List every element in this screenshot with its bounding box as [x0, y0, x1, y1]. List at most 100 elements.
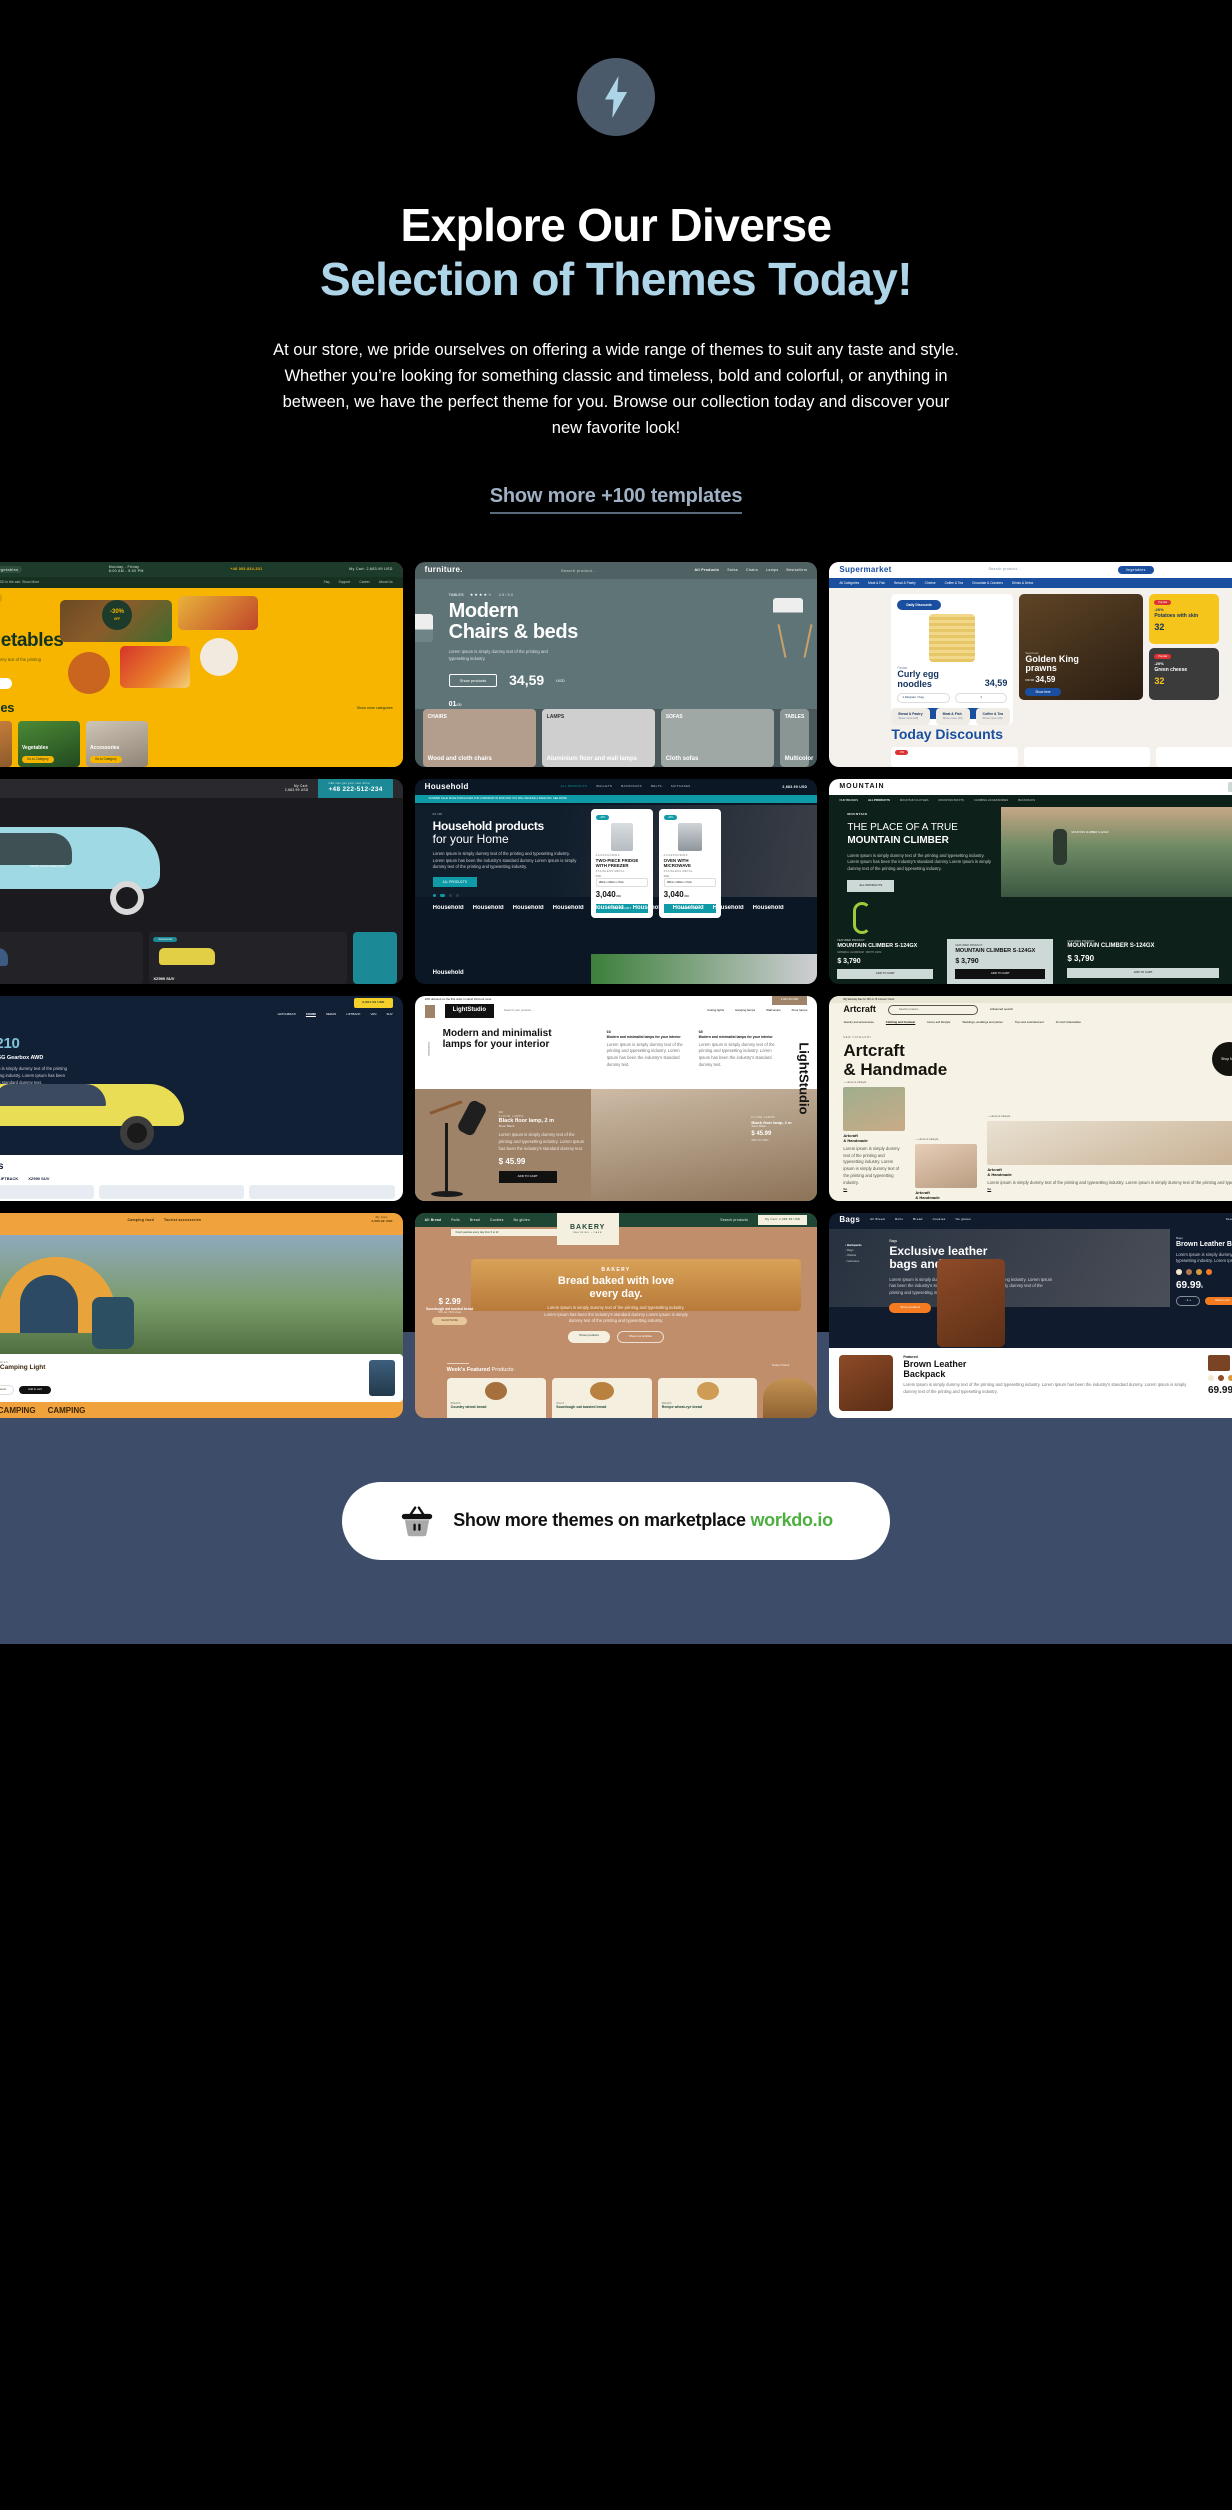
lightstudio-add-to-cart-button[interactable]: ADD TO CART [498, 1170, 557, 1183]
gallery-cell[interactable]: My Cart: 2,683.99 USD Call can get your t… [0, 778, 403, 984]
bags-search[interactable]: Search products [1226, 1217, 1232, 1222]
gallery-cell[interactable]: Vegetables Monday - Friday8:00 AM - 9:00… [0, 561, 403, 767]
bags-show-products-button[interactable]: Show products [889, 1302, 932, 1313]
artcraft-go-link[interactable]: Go [843, 1187, 847, 1191]
camping-nav-item[interactable]: Camping food [128, 1218, 154, 1222]
supermarket-category[interactable]: Meat & Fish Show more (20) [935, 707, 970, 725]
theme-thumbnail-mountain[interactable]: MOUNTAIN MY CART: 2,681.59 USD OUR BRAND… [829, 778, 1232, 984]
cardealer-cart[interactable]: My Cart: 2,683.99 USD [285, 784, 309, 792]
supermarket-select[interactable]: Vegetables [1117, 565, 1154, 574]
lightstudio-nav-item[interactable]: Floor lamps [792, 1008, 808, 1013]
gallery-cell[interactable]: MOUNTAIN MY CART: 2,681.59 USD OUR BRAND… [829, 778, 1232, 984]
household-p-size-select[interactable]: 180cm x 290cm x 70cm [663, 878, 716, 888]
mountain-add-to-cart-button[interactable]: ADD TO CART [1067, 968, 1219, 978]
carmodel-model-link[interactable]: XZ990 SUV [28, 1176, 49, 1181]
mountain-nav-item[interactable]: MOUNTAIN CLOTHES [900, 798, 929, 803]
household-nav-item[interactable]: BACKPACKS [621, 784, 642, 789]
mountain-nav-item[interactable]: BACKPACKS [1018, 798, 1035, 803]
artcraft-nav-item[interactable]: Art and Collectables [1056, 1020, 1081, 1025]
lightstudio-nav-item[interactable]: Hanging lamps [735, 1008, 755, 1013]
lightstudio-add-to-cart-link[interactable]: ADD TO CART [751, 1139, 811, 1142]
carmodel-nav-item[interactable]: SEDAN [326, 1012, 336, 1017]
household-cart[interactable]: 2,683.99 USD [782, 785, 807, 789]
bakery-nav-item[interactable]: Cookies [490, 1218, 504, 1222]
bakery-show-articles-button[interactable]: Show our articles [616, 1331, 664, 1343]
mountain-nav-item[interactable]: OUR BRANDS [839, 798, 858, 803]
theme-thumbnail-lightstudio[interactable]: 10% discount on the first order in store… [414, 995, 818, 1201]
furniture-nav[interactable]: All Products Sofas Chairs Lamps Bestsell… [694, 568, 807, 573]
supermarket-nav-item[interactable]: Bread & Pastry [894, 581, 915, 585]
fv-section-link[interactable]: Show more categories [357, 706, 393, 711]
bakery-nav-item[interactable]: Rolls [451, 1218, 460, 1222]
bags-nav-item[interactable]: No gluten [956, 1217, 972, 1222]
theme-thumbnail-fruits-vegetables[interactable]: Vegetables Monday - Friday8:00 AM - 9:00… [0, 561, 403, 767]
household-p-size-select[interactable]: 180cm x 290cm x 70cm [595, 878, 648, 888]
bakery-cart[interactable]: My Cart: 2,683.99 USD [758, 1214, 808, 1225]
fv-nav-select[interactable]: Vegetables [0, 565, 22, 573]
camping-nav-item[interactable]: Tourist accessories [164, 1218, 201, 1222]
supermarket-nav-item[interactable]: Coffee & Tea [945, 581, 963, 585]
bags-add-to-cart-button[interactable]: Add to cart [1205, 1296, 1232, 1305]
supermarket-category[interactable]: Coffee & Tea Show more (20) [975, 707, 1011, 725]
fv-nav[interactable]: Faq Support Career About Us [324, 580, 393, 584]
theme-thumbnail-car-model[interactable]: 2,661.59 USD SEARCH YOUR MODEL... HATCHB… [0, 995, 403, 1201]
supermarket-search[interactable]: Search product... [988, 567, 1020, 572]
mountain-add-to-cart-button[interactable]: ADD TO CART [955, 969, 1046, 979]
camping-size-select[interactable]: 500+ hours [0, 1385, 15, 1395]
household-all-products-button[interactable]: ALL PRODUCTS [432, 877, 477, 888]
supermarket-nav-item[interactable]: Drinks & Detox [1012, 581, 1033, 585]
gallery-cell[interactable]: Household ALL PRODUCTS WALLETS BACKPACKS… [414, 778, 818, 984]
carmodel-nav-item[interactable]: SUV [386, 1012, 392, 1017]
artcraft-nav-item[interactable]: Toys and entertainment [1015, 1020, 1044, 1025]
bags-nav-item[interactable]: Rolls [895, 1217, 903, 1222]
theme-thumbnail-supermarket[interactable]: Supermarket Search product... Vegetables… [829, 561, 1232, 767]
supermarket-nav-item[interactable]: Meat & Fish [868, 581, 885, 585]
bakery-nav-item[interactable]: No gluten [514, 1218, 530, 1222]
bags-nav-item[interactable]: All Bread [870, 1217, 885, 1222]
hamburger-menu-icon[interactable] [424, 1004, 435, 1018]
mountain-nav-item[interactable]: CLIMBING ACCESSORIES [974, 798, 1008, 803]
gallery-cell[interactable]: All Bread Rolls Bread Cookies No gluten … [414, 1212, 818, 1418]
artcraft-nav-item[interactable]: Weddings, weddings and parties [962, 1020, 1002, 1025]
fv-card-button[interactable]: Go to Category [22, 755, 54, 764]
artcraft-nav-item[interactable]: Clothing and footwear [886, 1020, 916, 1025]
gallery-cell[interactable]: G Camping food Tourist accessories My Ca… [0, 1212, 403, 1418]
theme-thumbnail-camping[interactable]: G Camping food Tourist accessories My Ca… [0, 1212, 403, 1418]
bags-qty-stepper[interactable]: - 1 + [1175, 1295, 1201, 1306]
supermarket-nav-item[interactable]: Chocolate & Crackers [972, 581, 1003, 585]
carmodel-cart[interactable]: 2,661.59 USD [354, 997, 393, 1008]
theme-thumbnail-artcraft[interactable]: Big Saturday Sale for 30% in 15 minutes!… [829, 995, 1232, 1201]
carmodel-model-link[interactable]: XS790 LIFTBACK [0, 1176, 18, 1181]
bakery-nav-item[interactable]: All Bread [425, 1218, 442, 1222]
artcraft-shop-now-button[interactable]: Shop Now [1211, 1041, 1232, 1076]
fv-card-button[interactable]: Go to Category [90, 755, 122, 764]
fv-cart[interactable]: My Cart: 2,683.99 USD [349, 567, 392, 572]
supermarket-category[interactable]: Bread & Pastry Show more (20) [891, 707, 930, 725]
bags-nav-item[interactable]: Bread [913, 1217, 923, 1222]
bakery-show-products-button[interactable]: Show products [568, 1331, 610, 1343]
lightstudio-nav-item[interactable]: Ceiling lights [707, 1008, 724, 1013]
bags-nav-item[interactable]: Cookies [933, 1217, 946, 1222]
household-nav-item[interactable]: WALLETS [596, 784, 612, 789]
theme-thumbnail-bakery[interactable]: All Bread Rolls Bread Cookies No gluten … [414, 1212, 818, 1418]
household-nav-item[interactable]: SUITCASES [671, 784, 691, 789]
furniture-search[interactable]: Search product... [561, 568, 597, 573]
mountain-nav-item[interactable]: ALL PRODUCTS [868, 798, 890, 803]
theme-thumbnail-furniture[interactable]: furniture. Search product... All Product… [414, 561, 818, 767]
artcraft-go-link[interactable]: Go [987, 1187, 991, 1191]
fv-show-products-button[interactable]: Show products [0, 678, 12, 690]
artcraft-nav-item[interactable]: Jewelry and accessories [843, 1020, 873, 1025]
gallery-cell[interactable]: Bags All Bread Rolls Bread Cookies No gl… [829, 1212, 1232, 1418]
artcraft-nav-item[interactable]: Home and lifestyle [927, 1020, 950, 1025]
household-nav-item[interactable]: BELTS [651, 784, 662, 789]
theme-thumbnail-household[interactable]: Household ALL PRODUCTS WALLETS BACKPACKS… [414, 778, 818, 984]
lightstudio-nav-item[interactable]: Wall lamps [766, 1008, 781, 1013]
cardealer-phone[interactable]: +48 222-512-234 [328, 786, 382, 794]
gallery-cell[interactable]: Supermarket Search product... Vegetables… [829, 561, 1232, 767]
supermarket-nav-item[interactable]: Cheese [925, 581, 936, 585]
gallery-cell[interactable]: furniture. Search product... All Product… [414, 561, 818, 767]
carmodel-nav-item[interactable]: VAN [371, 1012, 377, 1017]
gallery-cell[interactable]: 2,661.59 USD SEARCH YOUR MODEL... HATCHB… [0, 995, 403, 1201]
mountain-add-to-cart-button[interactable]: ADD TO CART [837, 969, 934, 979]
mountain-nav-item[interactable]: MOUNTAIN BOOTS [939, 798, 964, 803]
